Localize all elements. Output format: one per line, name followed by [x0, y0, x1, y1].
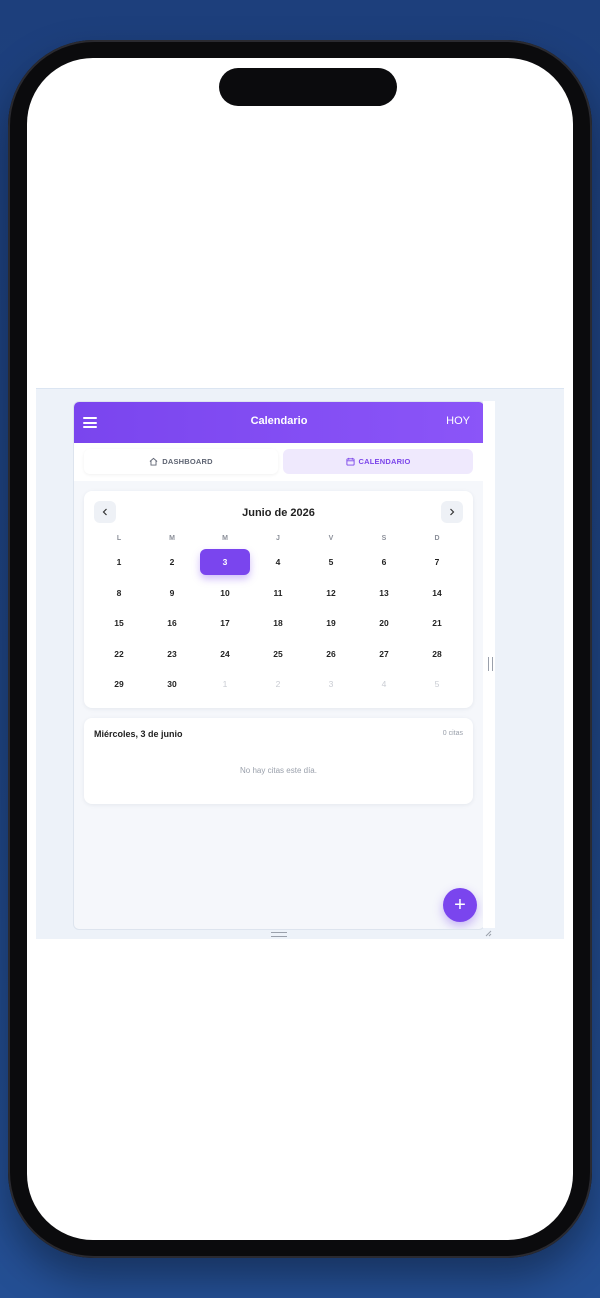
calendar-day[interactable]: 12 [306, 580, 356, 606]
calendar-day[interactable]: 28 [412, 641, 462, 667]
vertical-resize-handle[interactable] [488, 657, 493, 671]
weekday-label: L [116, 535, 122, 542]
month-label: Junio de 2026 [242, 507, 315, 519]
home-icon [149, 457, 158, 466]
weekday-label: J [276, 535, 280, 542]
calendar-card: Junio de 2026 L M M J V S D 1 2 3 4 5 6 … [84, 491, 473, 708]
calendar-day-next-month[interactable]: 2 [253, 671, 303, 697]
empty-state-text: No hay citas este día. [240, 766, 317, 775]
weekday-label: S [381, 535, 387, 542]
add-appointment-button[interactable]: + [443, 888, 477, 922]
calendar-day[interactable]: 27 [359, 641, 409, 667]
weekday-label: M [169, 535, 175, 542]
calendar-day[interactable]: 16 [147, 610, 197, 636]
plus-icon: + [454, 893, 466, 916]
weekday-label: M [222, 535, 228, 542]
tab-calendario[interactable]: CALENDARIO [283, 449, 473, 474]
weekday-label: V [328, 535, 334, 542]
calendar-day[interactable]: 18 [253, 610, 303, 636]
calendar-day[interactable]: 10 [200, 580, 250, 606]
tab-dashboard[interactable]: DASHBOARD [84, 449, 278, 474]
tab-dashboard-label: DASHBOARD [162, 457, 213, 466]
day-events-card: Miércoles, 3 de junio 0 citas No hay cit… [84, 718, 473, 804]
calendar-day[interactable]: 20 [359, 610, 409, 636]
app-header: Calendario HOY [74, 402, 484, 443]
calendar-day[interactable]: 23 [147, 641, 197, 667]
calendar-day[interactable]: 1 [94, 549, 144, 575]
dynamic-island [219, 68, 397, 106]
calendar-day-next-month[interactable]: 5 [412, 671, 462, 697]
calendar-day[interactable]: 29 [94, 671, 144, 697]
calendar-day[interactable]: 19 [306, 610, 356, 636]
calendar-day-next-month[interactable]: 4 [359, 671, 409, 697]
calendar-day[interactable]: 5 [306, 549, 356, 575]
calendar-day[interactable]: 14 [412, 580, 462, 606]
app-preview-frame: Calendario HOY DASHBOARD CALENDARIO Juni… [36, 388, 564, 939]
appointments-count: 0 citas [442, 730, 463, 737]
calendar-day[interactable]: 17 [200, 610, 250, 636]
calendar-app: Calendario HOY DASHBOARD CALENDARIO Juni… [73, 401, 485, 930]
calendar-day[interactable]: 13 [359, 580, 409, 606]
calendar-day[interactable]: 15 [94, 610, 144, 636]
tab-calendario-label: CALENDARIO [358, 457, 411, 466]
tab-bar: DASHBOARD CALENDARIO [74, 443, 484, 481]
calendar-day[interactable]: 22 [94, 641, 144, 667]
selected-date-heading: Miércoles, 3 de junio [94, 729, 183, 739]
calendar-day[interactable]: 11 [253, 580, 303, 606]
calendar-day-selected[interactable]: 3 [200, 549, 250, 575]
resize-corner-icon[interactable] [484, 929, 492, 937]
next-month-button[interactable] [441, 501, 463, 523]
calendar-day[interactable]: 8 [94, 580, 144, 606]
calendar-day[interactable]: 30 [147, 671, 197, 697]
horizontal-resize-handle[interactable] [271, 932, 287, 937]
phone-screen: Calendario HOY DASHBOARD CALENDARIO Juni… [27, 58, 573, 1240]
calendar-day[interactable]: 2 [147, 549, 197, 575]
calendar-day-next-month[interactable]: 3 [306, 671, 356, 697]
calendar-day[interactable]: 6 [359, 549, 409, 575]
page-title: Calendario [250, 415, 308, 427]
calendar-day[interactable]: 24 [200, 641, 250, 667]
phone-frame: Calendario HOY DASHBOARD CALENDARIO Juni… [8, 40, 592, 1258]
calendar-day[interactable]: 21 [412, 610, 462, 636]
calendar-day-next-month[interactable]: 1 [200, 671, 250, 697]
chevron-right-icon [450, 508, 455, 516]
calendar-day[interactable]: 9 [147, 580, 197, 606]
today-button[interactable]: HOY [446, 415, 470, 427]
calendar-day[interactable]: 26 [306, 641, 356, 667]
calendar-day[interactable]: 7 [412, 549, 462, 575]
calendar-icon [345, 457, 355, 466]
weekday-label: D [434, 535, 440, 542]
calendar-day[interactable]: 4 [253, 549, 303, 575]
calendar-day[interactable]: 25 [253, 641, 303, 667]
